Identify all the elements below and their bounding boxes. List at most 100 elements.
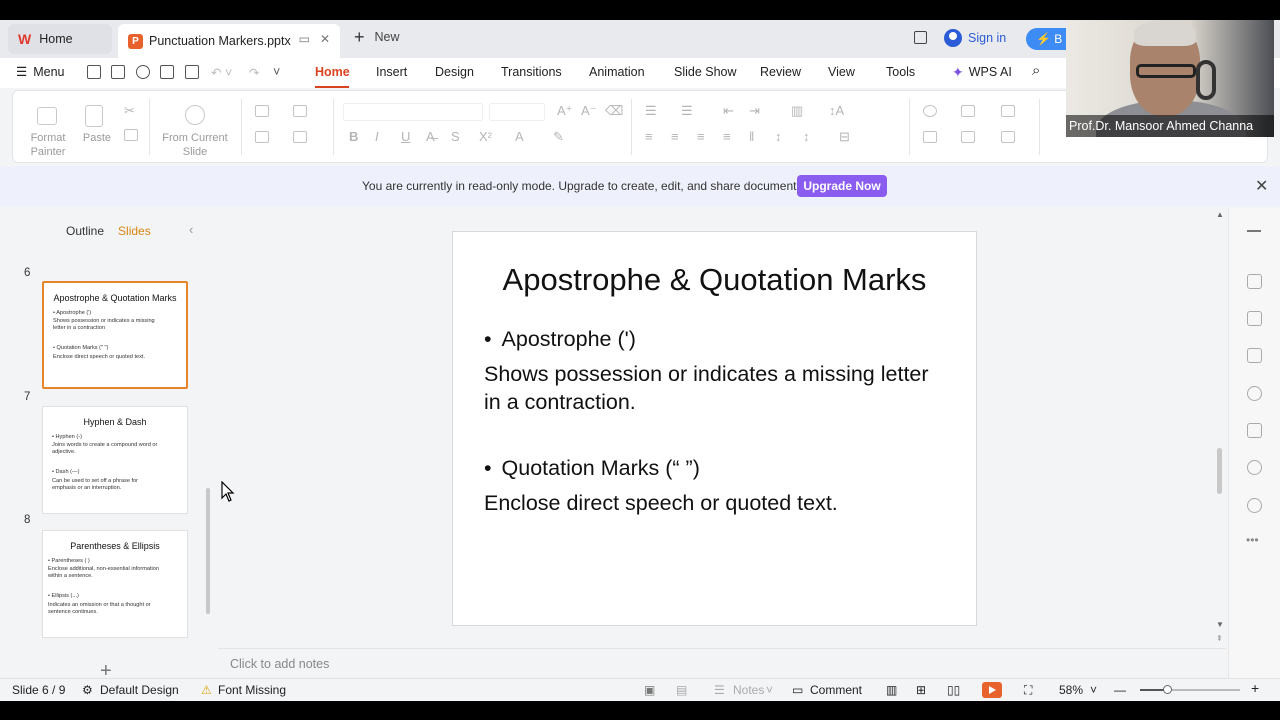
apostrophe-description[interactable]: Shows possession or indicates a missing … [484, 360, 944, 416]
increase-indent-icon[interactable]: ⇥ [749, 103, 760, 119]
animation-icon[interactable] [1247, 311, 1262, 326]
text-direction-icon[interactable]: ↕A [829, 103, 844, 118]
notes-area[interactable]: Click to add notes [218, 648, 1226, 678]
bold-icon[interactable]: B [349, 129, 358, 144]
notes-toggle[interactable]: Notes [733, 683, 764, 697]
arrange-icon[interactable] [293, 131, 307, 143]
bullet-apostrophe[interactable]: • Apostrophe (') [484, 327, 636, 352]
scroll-up-icon[interactable]: ▲ [1216, 210, 1224, 219]
layout-icon[interactable] [255, 105, 269, 117]
more-icon[interactable]: ••• [1246, 533, 1259, 547]
ribbon-tab-review[interactable]: Review [760, 65, 801, 79]
open-folder-icon[interactable] [87, 65, 101, 79]
undo-icon[interactable]: ↶ ˅ [211, 65, 232, 80]
numbering-icon[interactable]: ☰ [681, 103, 693, 119]
cut-icon[interactable]: ✂ [124, 103, 135, 119]
justify-icon[interactable]: ≡ [723, 129, 731, 144]
fit-window-icon[interactable]: ⛶ [1024, 683, 1032, 698]
slide-thumbnail-8[interactable]: Parentheses & Ellipsis • Parentheses ( )… [42, 530, 188, 638]
ribbon-tab-tools[interactable]: Tools [886, 65, 915, 79]
format-painter-icon[interactable] [37, 107, 57, 125]
ribbon-tab-insert[interactable]: Insert [376, 65, 407, 79]
protect-icon[interactable]: ▤ [676, 683, 687, 697]
font-family-select[interactable] [343, 103, 483, 121]
align-left-icon[interactable]: ≡ [645, 129, 653, 144]
zoom-out-icon[interactable]: — [1114, 683, 1126, 697]
quick-access-more-icon[interactable]: ˅ [273, 65, 280, 79]
reading-view-icon[interactable]: ▯▯ [947, 683, 960, 697]
distribute-icon[interactable]: ‖ [749, 129, 754, 144]
zoom-slider[interactable] [1140, 685, 1240, 694]
settings-sliders-icon[interactable] [1247, 423, 1262, 438]
canvas-scrollbar[interactable]: ▲ ▼ ⇞ ⇟ [1214, 210, 1226, 660]
decrease-indent-icon[interactable]: ⇤ [723, 103, 734, 119]
search-icon[interactable]: ⌕ [1032, 62, 1040, 79]
align-center-icon[interactable]: ≡ [671, 129, 679, 144]
minimize-panel-icon[interactable] [1247, 230, 1261, 232]
tab-document[interactable]: P Punctuation Markers.pptx ▭ ✕ [118, 24, 340, 58]
bullets-icon[interactable]: ☰ [645, 103, 657, 119]
shapes-icon[interactable] [923, 105, 937, 117]
comment-button[interactable]: Comment [810, 683, 862, 697]
export-icon[interactable] [136, 65, 150, 79]
ribbon-tab-slide-show[interactable]: Slide Show [674, 65, 737, 79]
paragraph-spacing-icon[interactable]: ↕ [803, 129, 810, 144]
print-icon[interactable] [160, 65, 174, 79]
main-menu-button[interactable]: ☰ Menu [16, 64, 65, 80]
decrease-font-icon[interactable]: A⁻ [581, 103, 597, 119]
magic-tools-icon[interactable] [1247, 274, 1262, 289]
fill-icon[interactable] [1001, 105, 1015, 117]
copy-style-icon[interactable] [1247, 348, 1262, 363]
help-icon[interactable] [1247, 498, 1262, 513]
outline-icon[interactable] [1001, 131, 1015, 143]
print-preview-icon[interactable] [185, 65, 199, 79]
previous-slide-icon[interactable]: ⇞ [1216, 634, 1223, 643]
tab-home[interactable]: W Home [8, 24, 112, 54]
save-icon[interactable] [111, 65, 125, 79]
picture-icon[interactable] [961, 105, 975, 117]
ribbon-tab-home[interactable]: Home [315, 65, 350, 79]
underline-icon[interactable]: U [401, 129, 410, 144]
slide-sorter-icon[interactable]: ⊞ [916, 683, 926, 697]
ribbon-tab-animation[interactable]: Animation [589, 65, 645, 79]
align-right-icon[interactable]: ≡ [697, 129, 705, 144]
slide-title[interactable]: Apostrophe & Quotation Marks [453, 262, 976, 298]
paste-icon[interactable] [85, 105, 103, 127]
tab-outline[interactable]: Outline [66, 224, 104, 238]
current-slide[interactable]: Apostrophe & Quotation Marks • Apostrophe… [452, 231, 977, 626]
upgrade-now-button[interactable]: Upgrade Now [797, 175, 887, 197]
highlight-icon[interactable]: ✎ [553, 129, 564, 145]
copy-icon[interactable] [124, 129, 138, 141]
font-size-select[interactable] [489, 103, 545, 121]
favorites-icon[interactable] [1247, 386, 1262, 401]
wps-ai-button[interactable]: ✦ WPS AI [952, 65, 1012, 79]
slide-thumbnail-7[interactable]: Hyphen & Dash • Hyphen (-) Joins words t… [42, 406, 188, 514]
zoom-dropdown-icon[interactable]: ˅ [1090, 683, 1097, 697]
superscript-icon[interactable]: X² [479, 129, 492, 144]
zoom-level[interactable]: 58% [1059, 683, 1083, 697]
font-missing-link[interactable]: Font Missing [218, 683, 286, 697]
panel-scrollbar[interactable] [206, 488, 210, 614]
font-color-icon[interactable]: A [515, 129, 524, 144]
play-slideshow-icon[interactable] [982, 682, 1002, 698]
shadow-icon[interactable]: S [451, 129, 460, 144]
ribbon-tab-design[interactable]: Design [435, 65, 474, 79]
new-slide-icon[interactable] [185, 105, 205, 125]
zoom-slider-handle[interactable] [1163, 685, 1172, 694]
text-align-icon[interactable]: ⊟ [839, 129, 850, 145]
bullet-quotation-marks[interactable]: • Quotation Marks (“ ”) [484, 456, 700, 481]
window-switch-icon[interactable] [914, 31, 927, 44]
redo-icon[interactable]: ↷ [249, 65, 259, 80]
italic-icon[interactable]: I [375, 129, 379, 144]
clear-format-icon[interactable]: ⌫ [605, 103, 623, 119]
sign-in-button[interactable]: Sign in [944, 29, 1006, 47]
history-icon[interactable] [1247, 460, 1262, 475]
ribbon-tab-transitions[interactable]: Transitions [501, 65, 562, 79]
columns-icon[interactable]: ▥ [791, 103, 803, 119]
scroll-down-icon[interactable]: ▼ [1216, 620, 1224, 629]
reset-icon[interactable] [293, 105, 307, 117]
section-icon[interactable] [255, 131, 269, 143]
group-icon[interactable] [961, 131, 975, 143]
scrollbar-thumb[interactable] [1217, 448, 1222, 494]
textbox-icon[interactable] [923, 131, 937, 143]
